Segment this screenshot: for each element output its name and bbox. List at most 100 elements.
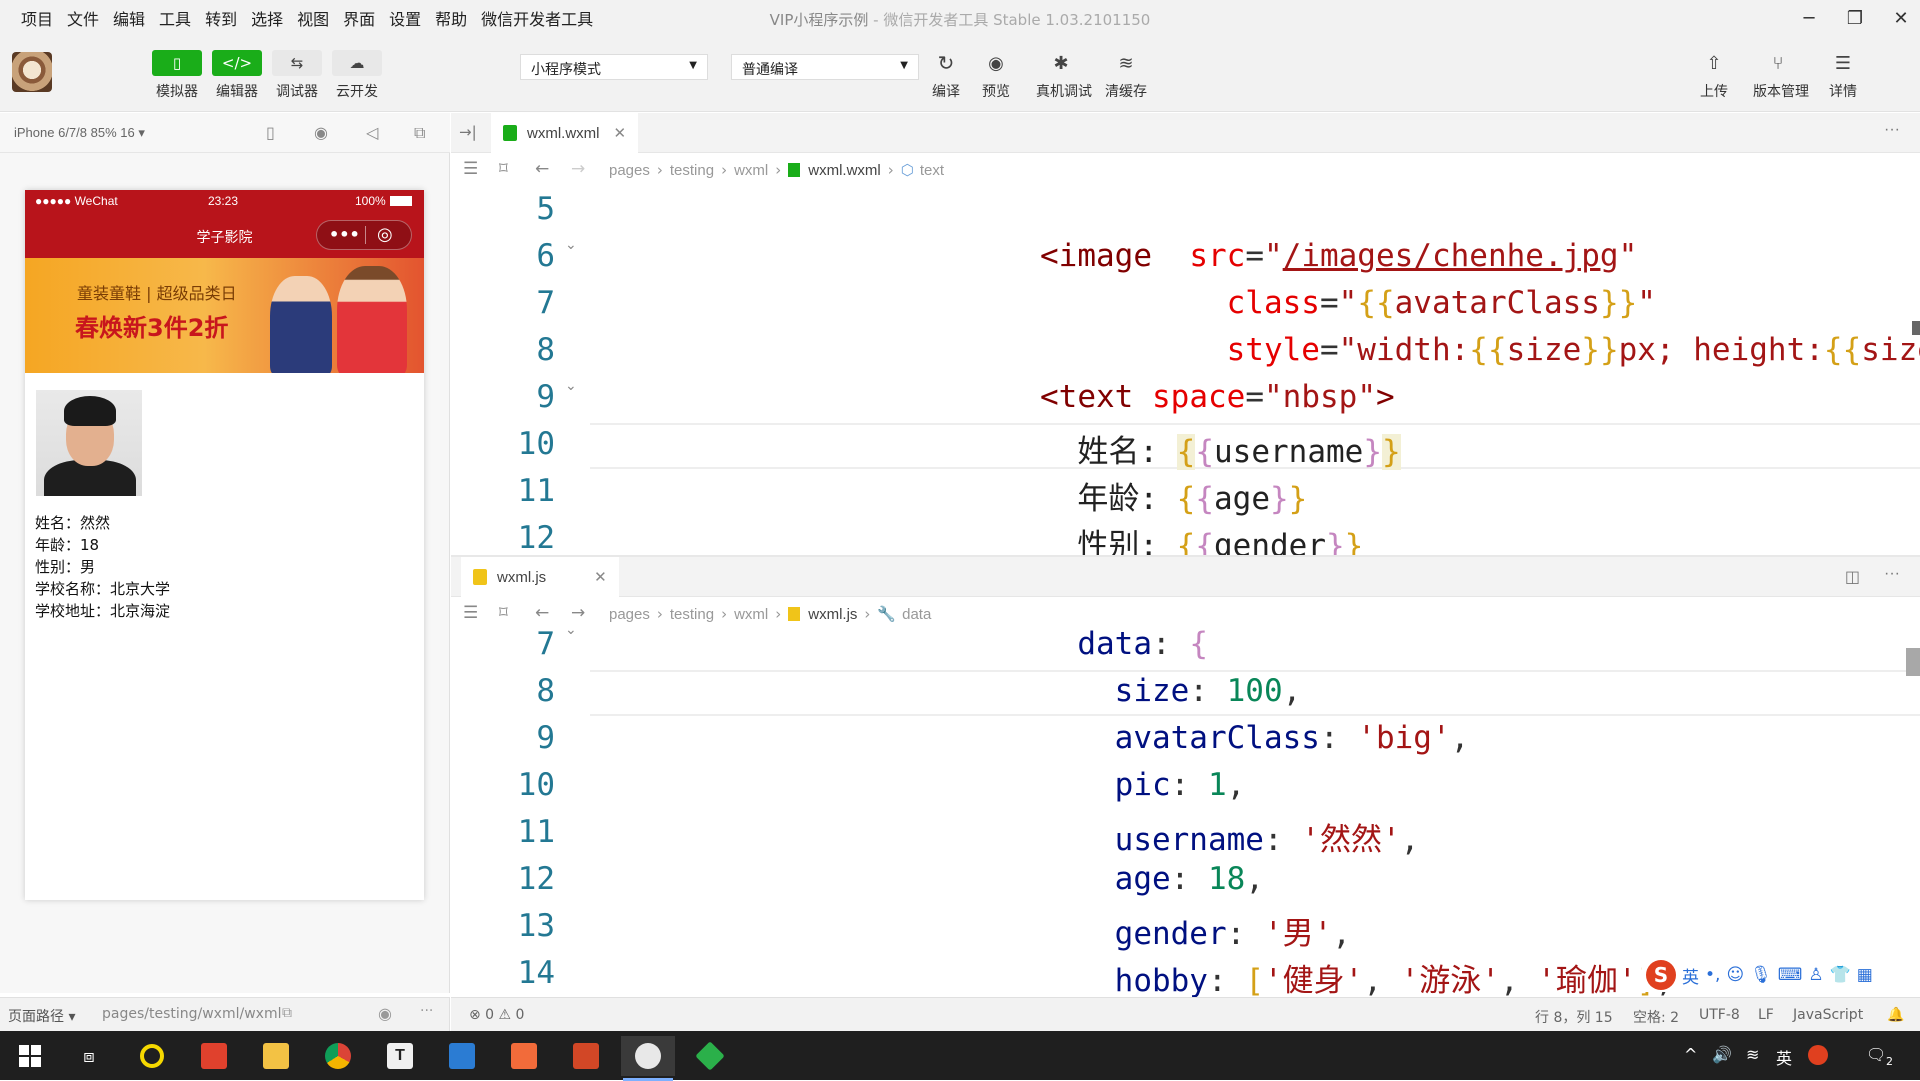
phone-icon[interactable]: ▯ [266, 123, 275, 142]
remote-debug-button[interactable]: ✱ 真机调试 [1036, 50, 1092, 101]
back-arrow-icon[interactable]: ← [535, 603, 549, 623]
menu-help[interactable]: 帮助 [428, 6, 474, 30]
clear-cache-button[interactable]: ≋ 清缓存 [1101, 50, 1151, 101]
tab-wxml-js[interactable]: wxml.js ✕ [461, 557, 619, 597]
crumb-wxml[interactable]: wxml [734, 606, 768, 623]
sogou-logo-icon[interactable]: S [1646, 960, 1676, 990]
menu-devtools[interactable]: 微信开发者工具 [474, 6, 600, 30]
grid-icon[interactable]: ▦ [1857, 965, 1873, 985]
back-arrow-icon[interactable]: ← [535, 159, 549, 179]
mode-select[interactable]: 小程序模式 ▼ [520, 54, 708, 80]
taskbar-app-devtools[interactable] [683, 1036, 737, 1076]
punctuation-icon[interactable]: •, [1705, 965, 1720, 985]
code-editor-top[interactable]: 5 6 7 8 9 10 11 12 ⌄ ⌄ <image src="/imag… [451, 187, 1920, 555]
forward-arrow-icon[interactable]: → [571, 603, 585, 623]
bell-icon[interactable]: 🔔 [1887, 1007, 1904, 1023]
code-editor-bottom[interactable]: 7 8 9 10 11 12 13 14 ⌄ data: { size: 100… [451, 622, 1920, 997]
more-icon[interactable]: ··· [1884, 565, 1900, 583]
editor-toggle-button[interactable]: </> 编辑器 [212, 50, 262, 101]
forward-arrow-icon[interactable]: → [571, 159, 585, 179]
minimize-button[interactable]: ─ [1786, 0, 1832, 36]
sidebar-toggle-icon[interactable]: →| [459, 123, 477, 141]
menu-edit[interactable]: 编辑 [106, 6, 152, 30]
record-icon[interactable]: ◉ [314, 123, 328, 142]
taskbar-app-wechat[interactable] [621, 1036, 675, 1081]
compile-mode-select[interactable]: 普通编译 ▼ [731, 54, 919, 80]
taskbar-app-explorer[interactable] [249, 1036, 303, 1076]
menu-select[interactable]: 选择 [244, 6, 290, 30]
eye-icon[interactable]: ◉ [378, 1004, 392, 1023]
popout-icon[interactable]: ⧉ [414, 123, 425, 143]
indent-setting[interactable]: 空格: 2 [1633, 1007, 1679, 1027]
fold-chevron-icon[interactable]: ⌄ [565, 378, 577, 394]
cloud-dev-button[interactable]: ☁ 云开发 [332, 50, 382, 101]
restore-button[interactable]: ❐ [1832, 0, 1878, 36]
menu-goto[interactable]: 转到 [198, 6, 244, 30]
fold-chevron-icon[interactable]: ⌄ [565, 622, 577, 638]
preview-button[interactable]: ◉ 预览 [971, 50, 1021, 101]
crumb-wxml[interactable]: wxml [734, 162, 768, 179]
list-icon[interactable]: ☰ [463, 603, 478, 623]
taskbar-app-chrome[interactable] [311, 1036, 365, 1076]
split-editor-icon[interactable]: ◫ [1845, 567, 1860, 586]
sogou-tray-icon[interactable] [1808, 1045, 1828, 1065]
keyboard-icon[interactable]: ⌨ [1778, 965, 1803, 985]
volume-icon[interactable]: ◁ [366, 123, 378, 142]
emoji-icon[interactable]: ☺ [1726, 965, 1744, 985]
close-icon[interactable]: ✕ [594, 568, 607, 586]
taskbar-app-red[interactable] [187, 1036, 241, 1076]
bookmark-icon[interactable]: ⌑ [499, 159, 508, 179]
close-miniprogram-icon[interactable]: ◎ [377, 224, 393, 245]
crumb-pages[interactable]: pages [609, 606, 650, 623]
device-select[interactable]: iPhone 6/7/8 85% 16 ▾ [14, 125, 145, 141]
page-path-label[interactable]: 页面路径 ▾ [8, 1006, 75, 1026]
microphone-icon[interactable]: 🎙 [1750, 965, 1772, 985]
notification-icon[interactable]: 🗨 [1866, 1045, 1886, 1064]
crumb-element[interactable]: text [920, 162, 944, 179]
menu-file[interactable]: 文件 [60, 6, 106, 30]
tab-wxml-wxml[interactable]: wxml.wxml ✕ [491, 113, 639, 153]
promo-banner[interactable]: 童装童鞋 | 超级品类日 春焕新3件2折 [25, 258, 424, 373]
wifi-icon[interactable]: ≋ [1746, 1045, 1759, 1064]
crumb-testing[interactable]: testing [670, 162, 714, 179]
more-icon[interactable]: ··· [420, 1003, 433, 1019]
debugger-toggle-button[interactable]: ⇆ 调试器 [272, 50, 322, 101]
compile-button[interactable]: ↻ 编译 [921, 50, 971, 101]
user-icon[interactable]: ♙ [1808, 965, 1823, 985]
cursor-position[interactable]: 行 8，列 15 [1535, 1007, 1613, 1027]
crumb-file[interactable]: wxml.js [808, 606, 857, 623]
menu-settings[interactable]: 设置 [382, 6, 428, 30]
bookmark-icon[interactable]: ⌑ [499, 603, 508, 623]
scrollbar-thumb[interactable] [1912, 321, 1920, 335]
line-ending[interactable]: LF [1758, 1007, 1774, 1023]
taskbar-app-typora[interactable]: T [373, 1036, 427, 1076]
version-control-button[interactable]: ⑂ 版本管理 [1753, 50, 1809, 101]
copy-icon[interactable]: ⧉ [282, 1005, 292, 1021]
upload-button[interactable]: ⇧ 上传 [1689, 50, 1739, 101]
menu-view[interactable]: 视图 [290, 6, 336, 30]
crumb-symbol[interactable]: data [902, 606, 931, 623]
problems-indicator[interactable]: ⊗ 0 ⚠ 0 [469, 1007, 524, 1023]
crumb-testing[interactable]: testing [670, 606, 714, 623]
chevron-up-icon[interactable]: ^ [1684, 1045, 1697, 1064]
more-icon[interactable]: ··· [1884, 121, 1900, 139]
fold-chevron-icon[interactable]: ⌄ [565, 237, 577, 253]
skin-icon[interactable]: 👕 [1830, 965, 1851, 985]
crumb-pages[interactable]: pages [609, 162, 650, 179]
taskbar-app-search[interactable] [125, 1036, 179, 1076]
language-mode[interactable]: JavaScript [1793, 1007, 1863, 1023]
crumb-file[interactable]: wxml.wxml [808, 162, 881, 179]
taskbar-app-powerpoint[interactable] [559, 1036, 613, 1076]
tray-ime-language[interactable]: 英 [1776, 1045, 1792, 1069]
task-view-button[interactable]: ⧈ [62, 1036, 116, 1076]
menu-project[interactable]: 项目 [14, 6, 60, 30]
simulator-toggle-button[interactable]: ▯ 模拟器 [152, 50, 202, 101]
user-avatar[interactable] [12, 52, 52, 92]
menu-interface[interactable]: 界面 [336, 6, 382, 30]
volume-icon[interactable]: 🔊 [1712, 1045, 1732, 1064]
more-icon[interactable]: ••• [329, 225, 360, 244]
start-button[interactable] [3, 1036, 57, 1076]
taskbar-app-vscode[interactable] [435, 1036, 489, 1076]
taskbar-app-xmind[interactable] [497, 1036, 551, 1076]
menu-tools[interactable]: 工具 [152, 6, 198, 30]
